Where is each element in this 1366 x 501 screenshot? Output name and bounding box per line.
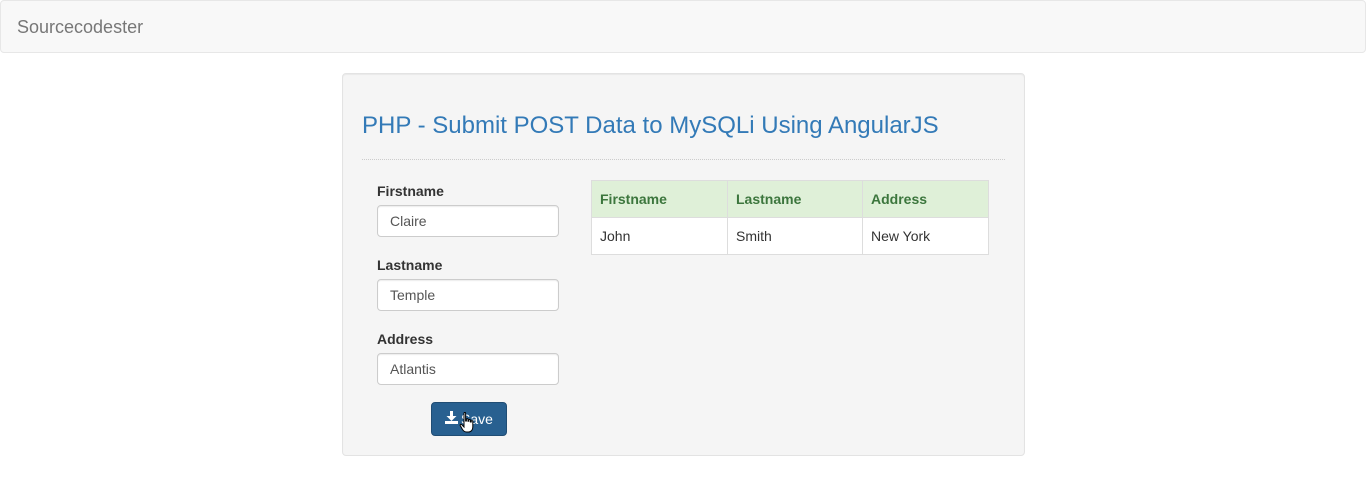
column-header-firstname: Firstname [591,180,728,218]
save-button-label: Save [461,411,493,427]
table-row: John Smith New York [591,217,989,255]
lastname-label: Lastname [377,257,443,273]
address-input[interactable] [377,353,559,385]
title-divider [362,159,1005,160]
download-icon [445,403,459,435]
main-panel: PHP - Submit POST Data to MySQLi Using A… [342,73,1025,456]
records-table: Firstname Lastname Address John Smith Ne… [591,180,989,255]
save-button[interactable]: Save [431,402,507,436]
column-header-lastname: Lastname [727,180,863,218]
cell-firstname: John [591,217,728,255]
address-label: Address [377,331,434,347]
table-header-row: Firstname Lastname Address [591,180,989,218]
firstname-label: Firstname [377,183,444,199]
navbar: Sourcecodester [0,0,1366,53]
lastname-input[interactable] [377,279,559,311]
cell-address: New York [862,217,989,255]
firstname-input[interactable] [377,205,559,237]
navbar-brand[interactable]: Sourcecodester [17,17,143,37]
column-header-address: Address [862,180,989,218]
cell-lastname: Smith [727,217,863,255]
page-title: PHP - Submit POST Data to MySQLi Using A… [362,112,939,139]
